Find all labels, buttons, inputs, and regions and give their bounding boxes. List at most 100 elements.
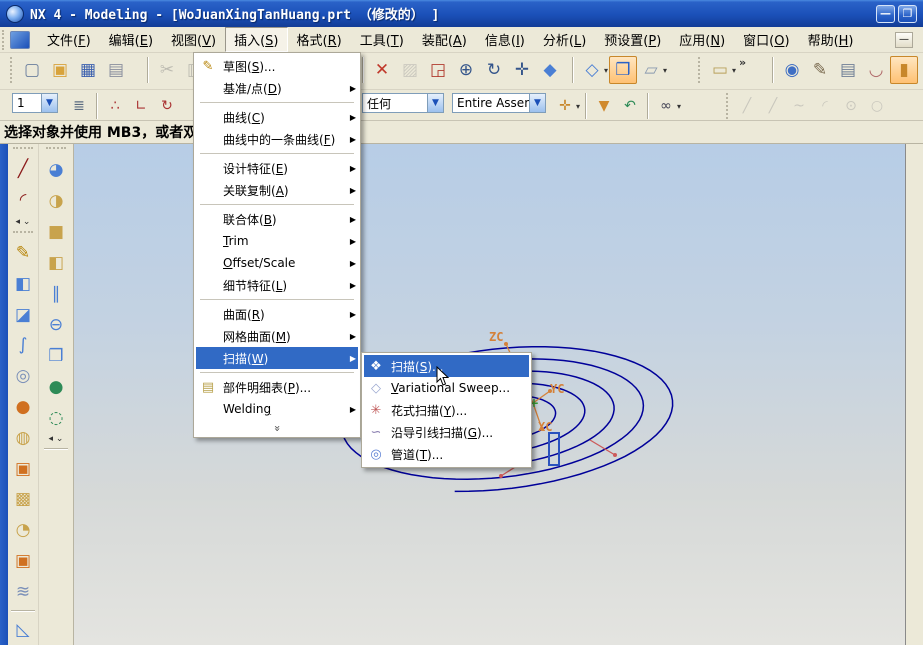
insert-menu-item-8[interactable]: 关联复制(A)▶ [196, 179, 358, 201]
drafting-app-icon[interactable]: ✎ [806, 56, 834, 84]
cube-pair-icon[interactable]: ❒ [43, 340, 70, 371]
section-profile-curve[interactable] [548, 432, 560, 466]
pan-view-icon[interactable]: ✛ [508, 56, 536, 84]
subtract-icon[interactable]: ◌ [43, 402, 70, 433]
menubar-item-1[interactable]: 文件(F) [38, 27, 100, 52]
boss-icon[interactable]: ◍ [10, 422, 37, 453]
bellows-icon[interactable]: ∥ [43, 278, 70, 309]
emboss-icon[interactable]: ◔ [10, 515, 37, 546]
save-icon[interactable]: ▦ [74, 56, 102, 84]
sweep-submenu-item-3[interactable]: ✳花式扫描(Y)... [364, 399, 529, 421]
insert-menu-item-5[interactable]: 曲线中的一条曲线(F)▶ [196, 128, 358, 150]
sweep-tool-icon[interactable]: ∫ [10, 330, 37, 361]
menubar-item-3[interactable]: 视图(V) [162, 27, 225, 52]
menubar-item-2[interactable]: 编辑(E) [100, 27, 162, 52]
menubar-item-12[interactable]: 窗口(O) [734, 27, 798, 52]
spring-icon[interactable]: ≋ [10, 576, 37, 607]
insert-menu-item-15[interactable]: 曲面(R)▶ [196, 303, 358, 325]
circle-center-icon[interactable]: ⊙ [838, 94, 864, 118]
rotate-view-icon[interactable]: ↻ [480, 56, 508, 84]
insert-menu-item-13[interactable]: 细节特征(L)▶ [196, 274, 358, 296]
manufacturing-app-icon[interactable]: ▤ [834, 56, 862, 84]
circle-icon[interactable]: ○ [864, 94, 890, 118]
cylinder-icon[interactable]: ⊖ [43, 309, 70, 340]
zoom-in-out-icon[interactable]: ⊕ [452, 56, 480, 84]
find-component-icon[interactable]: ∞ [653, 94, 679, 118]
datum-csys-icon[interactable]: ∟ [128, 94, 154, 118]
measure-ruler-icon[interactable]: ▭ [706, 56, 734, 84]
dome-icon[interactable]: ◕ [43, 154, 70, 185]
sheetmetal-app-icon[interactable]: ▮ [890, 56, 918, 84]
unite-icon[interactable]: ● [43, 371, 70, 402]
hole-icon[interactable]: ● [10, 392, 37, 423]
print-icon[interactable]: ▤ [102, 56, 130, 84]
sweep-submenu-item-5[interactable]: ◎管道(T)... [364, 443, 529, 465]
toolbar-overflow-chevron[interactable]: » [739, 56, 746, 69]
toolbar-nav-arrows[interactable]: ◂ ⌄ [16, 216, 31, 228]
menubar-item-4[interactable]: 插入(S) [225, 27, 287, 52]
sweep-submenu-item-4[interactable]: ∽沿导引线扫描(G)... [364, 421, 529, 443]
extrude-icon[interactable]: ◧ [10, 268, 37, 299]
menubar-item-5[interactable]: 格式(R) [288, 27, 351, 52]
trim-body-icon[interactable]: ◪ [10, 299, 37, 330]
pocket-icon[interactable]: ▣ [10, 453, 37, 484]
inspection-app-icon[interactable]: ◡ [862, 56, 890, 84]
cut-icon[interactable]: ✂ [153, 56, 181, 84]
menubar-item-11[interactable]: 应用(N) [670, 27, 734, 52]
view-combo[interactable]: 1▼ [12, 93, 58, 113]
minimize-button[interactable]: — [876, 5, 895, 23]
menu-expand-chevron[interactable]: » [196, 420, 358, 435]
insert-menu-item-2[interactable]: 基准/点(D)▶ [196, 77, 358, 99]
fit-view-icon[interactable]: ✕ [368, 56, 396, 84]
menubar-item-7[interactable]: 装配(A) [413, 27, 476, 52]
shaded-view-icon[interactable]: ◆ [536, 56, 564, 84]
insert-menu-item-7[interactable]: 设计特征(E)▶ [196, 157, 358, 179]
pad-icon[interactable]: ▩ [10, 484, 37, 515]
insert-menu-item-12[interactable]: Offset/Scale▶ [196, 252, 358, 274]
line-icon[interactable]: ╱ [734, 94, 760, 118]
insert-menu-item-11[interactable]: Trim▶ [196, 230, 358, 252]
load-options-combo-arrow[interactable]: ▼ [529, 94, 545, 112]
selection-scope-combo[interactable]: 任何▼ [362, 93, 444, 113]
toolbar-grip[interactable] [2, 30, 7, 50]
mdi-minimize-button[interactable]: — [895, 32, 913, 48]
assembly-navigator-icon[interactable]: ❒ [609, 56, 637, 84]
view-combo-arrow[interactable]: ▼ [41, 94, 57, 112]
menubar-item-10[interactable]: 预设置(P) [595, 27, 670, 52]
insert-menu-item-19[interactable]: ▤部件明细表(P)... [196, 376, 358, 398]
add-component-icon[interactable]: ✛ [552, 94, 578, 118]
toolbar-nav-arrows[interactable]: ◂ ⌄ [49, 433, 64, 445]
line-tool-icon[interactable]: ╱ [10, 154, 37, 185]
new-file-icon[interactable]: ▢ [18, 56, 46, 84]
chamfer-icon[interactable]: ◺ [10, 614, 37, 645]
insert-menu-item-16[interactable]: 网格曲面(M)▶ [196, 325, 358, 347]
open-file-icon[interactable]: ▣ [46, 56, 74, 84]
menubar-item-6[interactable]: 工具(T) [351, 27, 413, 52]
rotate-csys-icon[interactable]: ↻ [154, 94, 180, 118]
insert-menu-item-4[interactable]: 曲线(C)▶ [196, 106, 358, 128]
step-block-icon[interactable]: ◧ [43, 247, 70, 278]
arc-icon[interactable]: ◜ [812, 94, 838, 118]
menubar-item-13[interactable]: 帮助(H) [799, 27, 863, 52]
spline-icon[interactable]: ~ [786, 94, 812, 118]
selection-scope-combo-arrow[interactable]: ▼ [427, 94, 443, 112]
block-icon[interactable]: ■ [43, 216, 70, 247]
menubar-item-9[interactable]: 分析(L) [534, 27, 595, 52]
arc-tool-icon[interactable]: ◜ [10, 185, 37, 216]
menubar-item-8[interactable]: 信息(I) [476, 27, 534, 52]
workbook-icon[interactable]: ▱ [637, 56, 665, 84]
load-options-combo[interactable]: Entire Assemb▼ [452, 93, 546, 113]
refresh-display-icon[interactable]: ▨ [396, 56, 424, 84]
modeling-app-icon[interactable]: ◉ [778, 56, 806, 84]
layer-settings-icon[interactable]: ≣ [66, 94, 92, 118]
display-mode-icon[interactable]: ◇ [578, 56, 606, 84]
undo-icon[interactable]: ↶ [617, 94, 643, 118]
insert-menu-item-17[interactable]: 扫描(W)▶ [196, 347, 358, 369]
insert-menu-item-20[interactable]: Welding▶ [196, 398, 358, 420]
hollow-icon[interactable]: ▣ [10, 546, 37, 577]
tube-tool-icon[interactable]: ◎ [10, 361, 37, 392]
zoom-window-icon[interactable]: ◲ [424, 56, 452, 84]
selection-filter-icon[interactable]: ▼ [591, 94, 617, 118]
maximize-button[interactable]: ❐ [898, 5, 917, 23]
sketch-icon[interactable]: ✎ [10, 237, 37, 268]
